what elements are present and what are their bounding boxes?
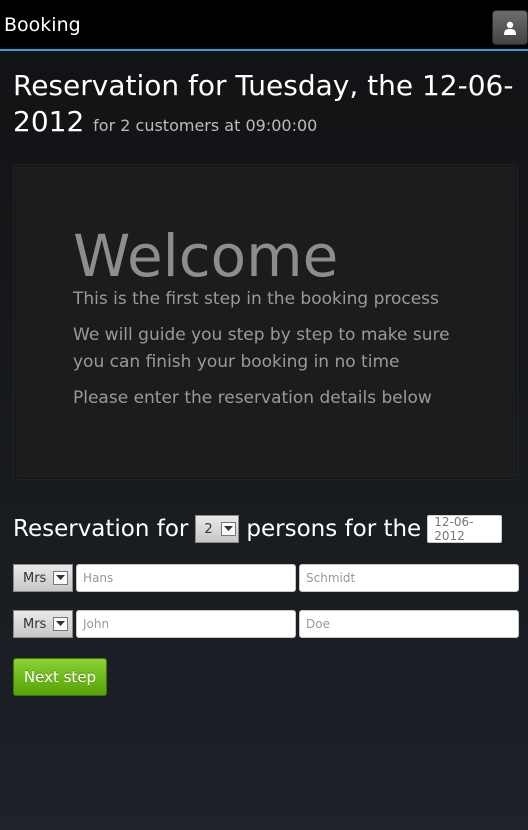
person-row-2: Mrs John Doe — [13, 610, 519, 638]
person-row-1: Mrs Hans Schmidt — [13, 564, 519, 592]
page-subtitle: for 2 customers at 09:00:00 — [93, 116, 318, 135]
brand-title[interactable]: Booking — [4, 14, 81, 36]
first-name-input-1[interactable]: Hans — [76, 564, 296, 592]
reservation-line: Reservation for 2 persons for the 12-06-… — [13, 512, 503, 546]
last-name-input-2[interactable]: Doe — [299, 610, 519, 638]
reservation-middle: persons for the — [246, 516, 422, 542]
welcome-line-3: Please enter the reservation details bel… — [73, 388, 432, 408]
welcome-line-2: We will guide you step by step to make s… — [73, 325, 450, 372]
welcome-line-1: This is the first step in the booking pr… — [73, 289, 439, 309]
date-field[interactable]: 12-06-2012 — [427, 515, 503, 543]
title-value-2: Mrs — [23, 616, 47, 632]
next-step-button[interactable]: Next step — [13, 658, 107, 696]
persons-count-value: 2 — [204, 521, 213, 537]
welcome-title: Welcome — [73, 222, 339, 290]
page-title: Reservation for Tuesday, the 12-06-2012 … — [13, 68, 518, 144]
title-value-1: Mrs — [23, 570, 47, 586]
chevron-down-icon — [53, 571, 68, 585]
first-name-input-2[interactable]: John — [76, 610, 296, 638]
persons-count-select[interactable]: 2 — [195, 515, 240, 543]
title-select-2[interactable]: Mrs — [13, 610, 73, 638]
user-menu-button[interactable] — [492, 10, 528, 45]
reservation-prefix: Reservation for — [13, 516, 189, 542]
chevron-down-icon — [53, 617, 68, 631]
user-icon — [504, 21, 516, 35]
welcome-panel: Welcome This is the first step in the bo… — [13, 164, 518, 480]
last-name-input-1[interactable]: Schmidt — [299, 564, 519, 592]
title-select-1[interactable]: Mrs — [13, 564, 73, 592]
navbar: Booking — [0, 0, 528, 51]
chevron-down-icon — [221, 522, 237, 536]
